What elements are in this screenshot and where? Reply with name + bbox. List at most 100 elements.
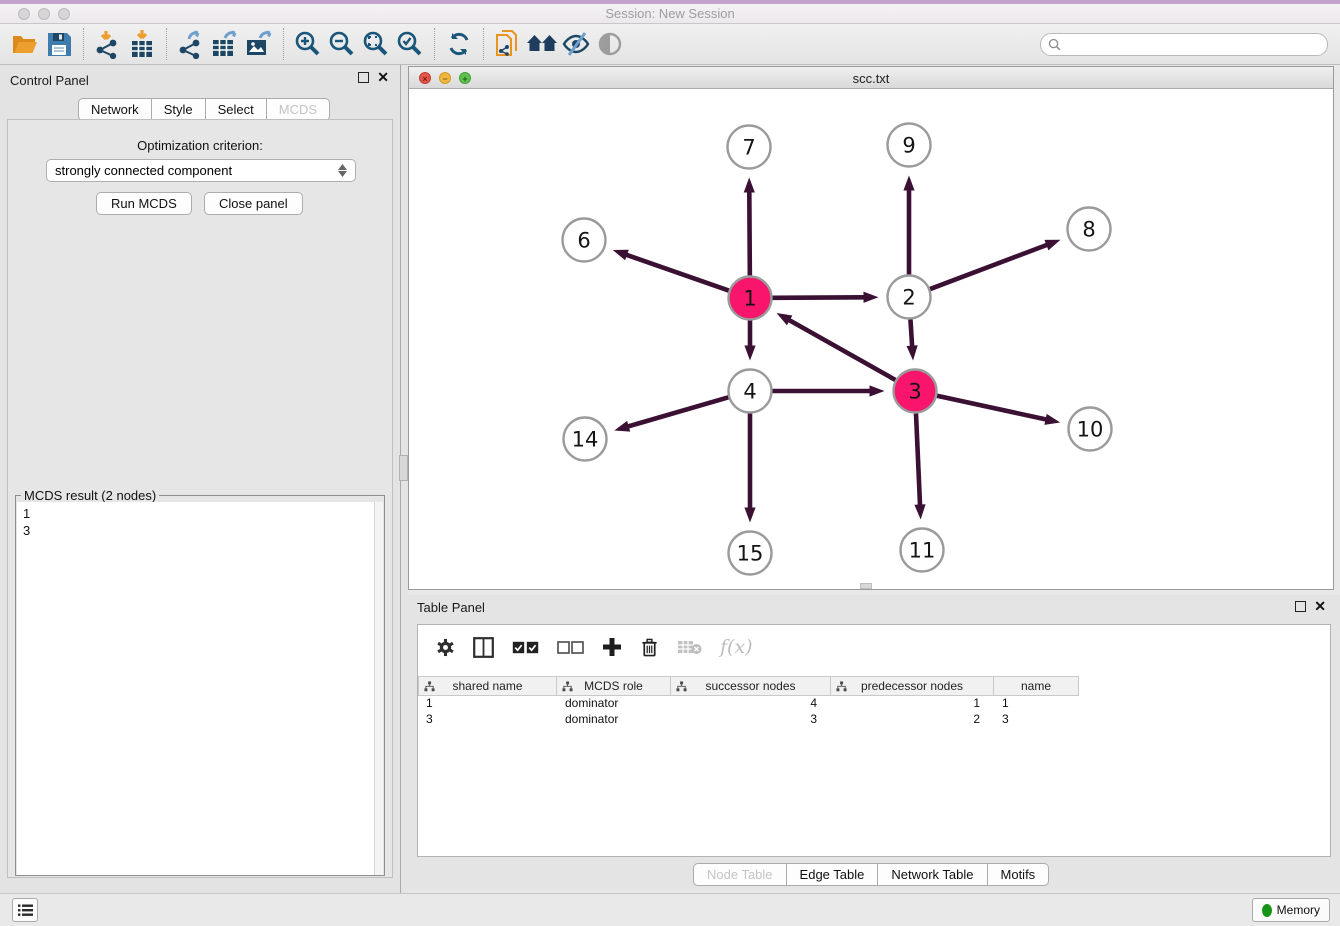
close-panel-button[interactable]: Close panel: [204, 192, 303, 215]
tab-edge-table[interactable]: Edge Table: [787, 863, 879, 886]
task-manager-button[interactable]: [12, 898, 38, 922]
tab-style[interactable]: Style: [152, 98, 206, 121]
search-field[interactable]: [1040, 33, 1328, 56]
table-row[interactable]: 1dominator411: [418, 696, 1330, 712]
refresh-icon[interactable]: [442, 28, 476, 60]
graph-node-14[interactable]: 14: [564, 418, 607, 461]
open-session-icon[interactable]: [8, 28, 42, 60]
split-panel-icon[interactable]: [473, 637, 494, 658]
table-row[interactable]: 3dominator323: [418, 712, 1330, 728]
arrowhead-1-4: [744, 346, 755, 361]
arrowhead-2-9: [903, 176, 914, 191]
graph-node-4[interactable]: 4: [729, 370, 772, 413]
graph-node-8[interactable]: 8: [1068, 208, 1111, 251]
table-header-row: shared nameMCDS rolesuccessor nodesprede…: [418, 676, 1079, 696]
table-cell: 4: [671, 696, 831, 712]
tab-select[interactable]: Select: [206, 98, 267, 121]
svg-text:10: 10: [1077, 417, 1104, 441]
run-mcds-button[interactable]: Run MCDS: [96, 192, 192, 215]
tab-node-table[interactable]: Node Table: [693, 863, 787, 886]
split-divider-grip[interactable]: [399, 455, 408, 481]
table-panel-buttons: ✕: [1295, 601, 1326, 612]
toolbar-separator: [166, 28, 167, 60]
edge-2-3[interactable]: [910, 319, 912, 347]
delete-table-icon[interactable]: [677, 639, 702, 655]
table-cell: 3: [994, 712, 1079, 728]
optimization-criterion-select[interactable]: strongly connected component: [46, 159, 356, 182]
edge-3-1[interactable]: [788, 319, 896, 380]
export-table-icon[interactable]: [208, 28, 242, 60]
float-table-panel-icon[interactable]: [1295, 601, 1306, 612]
edge-1-6[interactable]: [625, 254, 729, 290]
control-panel-buttons: ✕: [358, 72, 389, 83]
tab-mcds[interactable]: MCDS: [267, 98, 330, 121]
edge-1-7[interactable]: [749, 190, 750, 275]
column-header-name[interactable]: name: [994, 676, 1079, 696]
zoom-out-icon[interactable]: [325, 28, 359, 60]
network-window-titlebar[interactable]: × − + scc.txt: [409, 67, 1333, 89]
hide-eye-icon[interactable]: [559, 28, 593, 60]
settings-gear-icon[interactable]: [436, 638, 455, 657]
graph-node-7[interactable]: 7: [728, 126, 771, 169]
graph-node-1[interactable]: 1: [729, 277, 772, 320]
column-header-MCDS-role[interactable]: MCDS role: [557, 676, 671, 696]
import-network-icon[interactable]: [91, 28, 125, 60]
table-cell: 3: [418, 712, 557, 728]
select-stepper-icon: [338, 164, 347, 177]
function-builder-icon[interactable]: f(x): [720, 636, 753, 658]
network-from-file-icon[interactable]: [491, 28, 525, 60]
houses-icon[interactable]: [525, 28, 559, 60]
memory-button[interactable]: Memory: [1252, 898, 1330, 922]
deselect-all-icon[interactable]: [557, 641, 584, 654]
table-cell: 3: [671, 712, 831, 728]
result-scrollbar[interactable]: [374, 502, 383, 875]
table-tabs: Node TableEdge TableNetwork TableMotifs: [693, 863, 1049, 886]
graph-node-15[interactable]: 15: [729, 532, 772, 575]
float-panel-icon[interactable]: [358, 72, 369, 83]
horizontal-split-grip[interactable]: [860, 583, 872, 589]
edge-3-10[interactable]: [937, 396, 1048, 420]
zoom-selected-icon[interactable]: [393, 28, 427, 60]
table-cell: 1: [994, 696, 1079, 712]
graph-node-2[interactable]: 2: [888, 276, 931, 319]
edge-3-11[interactable]: [916, 413, 920, 506]
edge-1-2[interactable]: [772, 297, 865, 298]
graph-node-11[interactable]: 11: [901, 529, 944, 572]
mcds-result-text[interactable]: 1 3: [17, 502, 375, 875]
search-input[interactable]: [1065, 38, 1327, 52]
save-session-icon[interactable]: [42, 28, 76, 60]
graph-node-3[interactable]: 3: [894, 370, 937, 413]
select-all-icon[interactable]: [512, 641, 539, 654]
import-table-icon[interactable]: [125, 28, 159, 60]
toolbar-separator: [283, 28, 284, 60]
graph-node-9[interactable]: 9: [888, 124, 931, 167]
tab-network-table[interactable]: Network Table: [878, 863, 987, 886]
network-graph-canvas[interactable]: 1 2 3 4 6 7 8 9 10 11 14 15: [409, 89, 1333, 589]
graph-node-10[interactable]: 10: [1069, 408, 1112, 451]
edge-2-8[interactable]: [930, 244, 1048, 289]
mcds-tab-panel: Optimization criterion: strongly connect…: [7, 119, 393, 878]
close-table-panel-icon[interactable]: ✕: [1314, 601, 1326, 612]
zoom-fit-icon[interactable]: [359, 28, 393, 60]
arrowhead-1-2: [863, 292, 878, 303]
eye-disabled-icon[interactable]: [593, 28, 627, 60]
column-header-shared-name[interactable]: shared name: [418, 676, 557, 696]
status-bar: Memory: [0, 893, 1340, 926]
zoom-in-icon[interactable]: [291, 28, 325, 60]
edge-4-14[interactable]: [627, 397, 729, 427]
export-image-icon[interactable]: [242, 28, 276, 60]
export-network-icon[interactable]: [174, 28, 208, 60]
node-table-container: f(x) shared nameMCDS rolesuccessor nodes…: [417, 624, 1331, 857]
titlebar-accent-strip: [0, 0, 1340, 4]
column-header-predecessor-nodes[interactable]: predecessor nodes: [831, 676, 994, 696]
graph-node-6[interactable]: 6: [563, 219, 606, 262]
selected-criterion: strongly connected component: [55, 163, 232, 178]
delete-column-icon[interactable]: [640, 637, 659, 658]
arrowhead-4-14: [614, 421, 630, 432]
tab-motifs[interactable]: Motifs: [988, 863, 1050, 886]
tab-network[interactable]: Network: [78, 98, 152, 121]
column-header-successor-nodes[interactable]: successor nodes: [671, 676, 831, 696]
add-column-icon[interactable]: [602, 637, 622, 657]
close-panel-icon[interactable]: ✕: [377, 72, 389, 83]
table-cell: 1: [418, 696, 557, 712]
